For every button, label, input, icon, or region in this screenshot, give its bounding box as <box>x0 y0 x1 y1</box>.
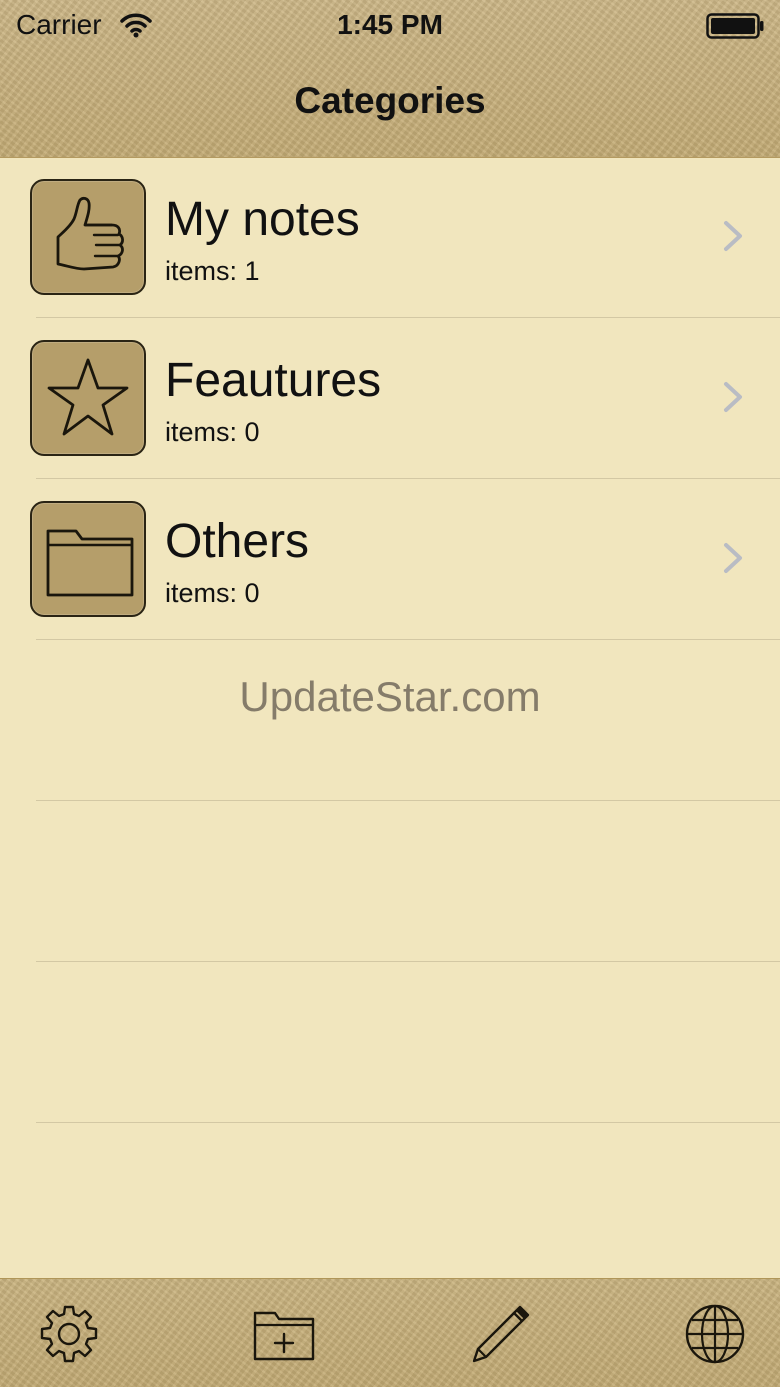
row-divider <box>36 961 780 962</box>
star-icon <box>30 340 146 456</box>
category-count: items: 0 <box>165 417 260 447</box>
category-title: My notes <box>165 193 360 246</box>
settings-button[interactable] <box>36 1301 102 1367</box>
category-count: items: 1 <box>165 256 260 286</box>
chevron-right-icon <box>724 221 742 251</box>
globe-icon <box>685 1304 745 1364</box>
chevron-right-icon <box>724 382 742 412</box>
category-title: Others <box>165 515 310 568</box>
battery-icon <box>706 13 764 39</box>
watermark: UpdateStar.com <box>239 673 541 720</box>
category-row-feautures[interactable]: Feautures items: 0 <box>0 319 780 480</box>
page-title: Categories <box>294 80 486 121</box>
row-divider <box>36 639 780 640</box>
folder-icon <box>30 501 146 617</box>
status-time: 1:45 PM <box>337 9 443 40</box>
gear-icon <box>40 1305 98 1363</box>
category-list: My notes items: 1 Feautures items: 0 Oth… <box>0 158 780 1278</box>
bottom-toolbar <box>0 1278 780 1387</box>
compose-note-button[interactable] <box>468 1301 534 1367</box>
category-row-my-notes[interactable]: My notes items: 1 <box>0 158 780 319</box>
chevron-right-icon <box>724 543 742 573</box>
add-category-button[interactable] <box>251 1301 317 1367</box>
category-count: items: 0 <box>165 578 260 608</box>
row-divider <box>36 317 780 318</box>
row-divider <box>36 1122 780 1123</box>
web-button[interactable] <box>682 1301 748 1367</box>
row-divider <box>36 800 780 801</box>
status-bar: Carrier 1:45 PM <box>0 0 780 52</box>
new-folder-icon <box>253 1311 315 1361</box>
thumbs-up-icon <box>30 179 146 295</box>
navigation-header: Carrier 1:45 PM Categories <box>0 0 780 158</box>
category-row-others[interactable]: Others items: 0 <box>0 480 780 641</box>
row-divider <box>36 478 780 479</box>
category-title: Feautures <box>165 354 382 407</box>
pencil-icon <box>472 1305 530 1363</box>
